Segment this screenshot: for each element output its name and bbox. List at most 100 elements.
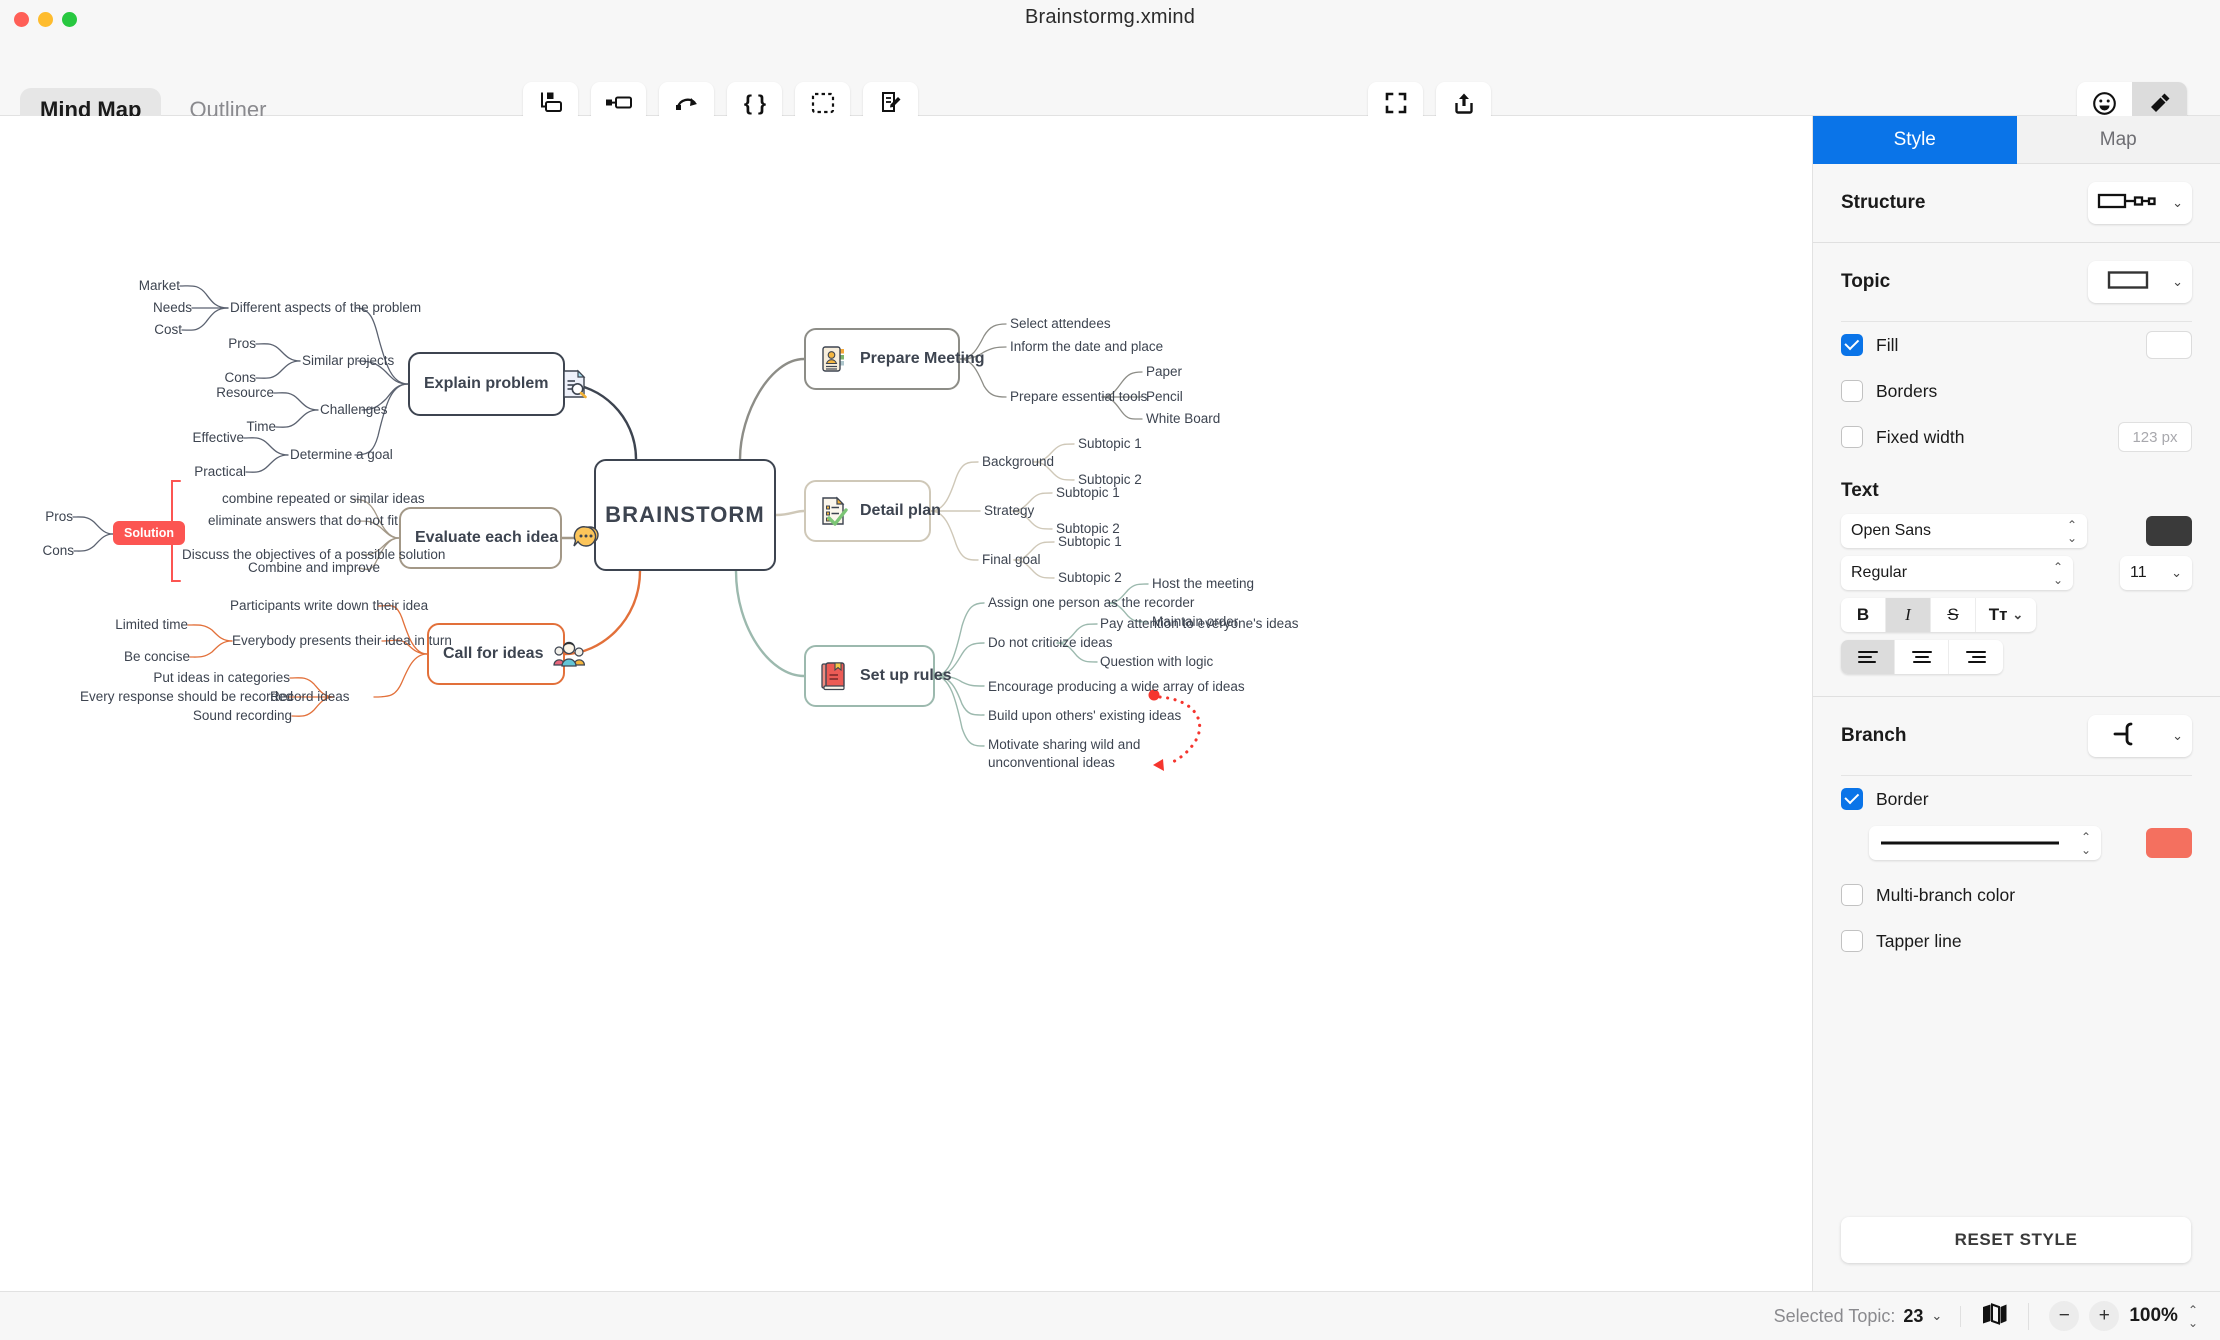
subtopic-label[interactable]: eliminate answers that do not fit	[208, 512, 398, 530]
text-style-group[interactable]: B I S Tᴛ ⌄	[1841, 598, 2036, 632]
font-weight-select[interactable]: Regular ⌃ ⌄	[1841, 556, 2073, 590]
mind-map-canvas[interactable]: BRAINSTORM Explain problem Evaluate each…	[0, 116, 1813, 1291]
branch-line-select[interactable]: ⌃ ⌄	[1869, 826, 2101, 860]
subtopic-label[interactable]: combine repeated or similar ideas	[222, 490, 425, 508]
subtopic-label[interactable]: Every response should be recorded	[80, 688, 293, 706]
font-family-row: Open Sans ⌃ ⌄	[1813, 510, 2220, 552]
subtopic-label[interactable]: Subtopic 1	[1078, 435, 1142, 453]
subtopic-label[interactable]: Select attendees	[1010, 315, 1111, 333]
contact-card-icon	[818, 343, 850, 375]
reset-style-button[interactable]: RESET STYLE	[1841, 1217, 2191, 1263]
borders-checkbox[interactable]	[1841, 380, 1863, 402]
subtopic-label[interactable]: Challenges	[320, 401, 388, 419]
zoom-stepper-icon[interactable]: ⌃ ⌄	[2188, 1304, 2198, 1329]
topic-set-up-rules[interactable]: Set up rules	[804, 645, 952, 707]
chevron-down-icon[interactable]: ⌄	[1931, 1308, 1942, 1324]
branch-color-swatch[interactable]	[2146, 828, 2192, 858]
map-overview-button[interactable]	[1961, 1302, 2030, 1330]
subtopic-label[interactable]: Motivate sharing wild and unconventional…	[988, 736, 1146, 772]
subtopic-label[interactable]: Resource	[186, 384, 274, 402]
subtopic-label[interactable]: Be concise	[100, 648, 190, 666]
text-align-group[interactable]	[1841, 640, 2003, 674]
tapper-line-checkbox[interactable]	[1841, 930, 1863, 952]
font-family-select[interactable]: Open Sans ⌃ ⌄	[1841, 514, 2087, 548]
tab-style[interactable]: Style	[1813, 116, 2017, 164]
subtopic-label[interactable]: Do not criticize ideas	[988, 634, 1113, 652]
fill-checkbox[interactable]	[1841, 334, 1863, 356]
subtopic-label[interactable]: Encourage producing a wide array of idea…	[988, 678, 1245, 696]
strikethrough-button[interactable]: S	[1931, 598, 1976, 632]
topic-shape-dropdown[interactable]: ⌄	[2088, 261, 2192, 303]
branch-border-row[interactable]: Border	[1813, 776, 2220, 822]
subtopic-label[interactable]: Similar projects	[302, 352, 394, 370]
topic-prepare-meeting[interactable]: Prepare Meeting	[804, 328, 984, 390]
subtopic-label[interactable]: Different aspects of the problem	[230, 299, 421, 317]
topic-explain-problem[interactable]: Explain problem	[408, 352, 588, 416]
subtopic-label[interactable]: Sound recording	[150, 707, 292, 725]
topic-detail-plan[interactable]: Detail plan	[804, 480, 941, 542]
summary-solution[interactable]: Solution	[113, 521, 185, 545]
subtopic-label[interactable]: Question with logic	[1100, 653, 1213, 671]
subtopic-label[interactable]: Everybody presents their idea in turn	[232, 632, 452, 650]
subtopic-label[interactable]: Cost	[100, 321, 182, 339]
subtopic-label[interactable]: Inform the date and place	[1010, 338, 1163, 356]
structure-row: Structure ⌄	[1813, 164, 2220, 242]
subtopic-label[interactable]: Pay attention to everyone's ideas	[1100, 615, 1298, 633]
italic-button[interactable]: I	[1886, 598, 1931, 632]
selected-topic-status[interactable]: Selected Topic: 23 ⌄	[1774, 1305, 1962, 1327]
subtopic-label[interactable]: Effective	[156, 429, 244, 447]
tapper-line-row[interactable]: Tapper line	[1813, 918, 2220, 964]
subtopic-label[interactable]: Practical	[156, 463, 246, 481]
subtopic-label[interactable]: Build upon others' existing ideas	[988, 707, 1181, 725]
font-size-select[interactable]: 11 ⌄	[2120, 556, 2192, 590]
multi-branch-color-row[interactable]: Multi-branch color	[1813, 872, 2220, 918]
subtopic-label[interactable]: Determine a goal	[290, 446, 393, 464]
subtopic-label[interactable]: Limited time	[100, 616, 188, 634]
fill-color-swatch[interactable]	[2146, 331, 2192, 359]
fixed-width-input[interactable]: 123 px	[2118, 422, 2192, 452]
subtopic-label[interactable]: Combine and improve	[248, 559, 380, 577]
align-right-button[interactable]	[1949, 640, 2003, 674]
tab-map[interactable]: Map	[2016, 116, 2220, 164]
subtopic-label[interactable]: Participants write down their idea	[230, 597, 428, 615]
align-left-button[interactable]	[1841, 640, 1895, 674]
fixed-width-row[interactable]: Fixed width 123 px	[1813, 414, 2220, 460]
text-case-button[interactable]: Tᴛ ⌄	[1976, 598, 2036, 632]
branch-border-checkbox[interactable]	[1841, 788, 1863, 810]
align-center-button[interactable]	[1895, 640, 1949, 674]
fixed-width-checkbox[interactable]	[1841, 426, 1863, 448]
zoom-in-button[interactable]: +	[2089, 1301, 2120, 1331]
subtopic-label[interactable]: Market	[100, 277, 180, 295]
subtopic-label[interactable]: Subtopic 2	[1058, 569, 1122, 587]
zoom-controls[interactable]: − + 100% ⌃ ⌄	[2029, 1301, 2198, 1331]
subtopic-label[interactable]: Cons	[20, 542, 74, 560]
multi-branch-color-checkbox[interactable]	[1841, 884, 1863, 906]
subtopic-label[interactable]: Pencil	[1146, 388, 1183, 406]
central-topic[interactable]: BRAINSTORM	[594, 459, 776, 571]
bold-button[interactable]: B	[1841, 598, 1886, 632]
subtopic-label[interactable]: Pros	[20, 508, 73, 526]
font-size-value: 11	[2130, 564, 2147, 581]
subtopic-label[interactable]: Subtopic 1	[1056, 484, 1120, 502]
format-panel: Style Map Structure ⌄ Topic ⌄ Fill Borde…	[1813, 116, 2220, 1291]
subtopic-label[interactable]: Needs	[100, 299, 192, 317]
zoom-out-button[interactable]: −	[2049, 1301, 2080, 1331]
subtopic-label[interactable]: Final goal	[982, 551, 1041, 569]
structure-dropdown[interactable]: ⌄	[2088, 182, 2192, 224]
borders-row[interactable]: Borders	[1813, 368, 2220, 414]
subtopic-label[interactable]: Background	[982, 453, 1054, 471]
subtopic-label[interactable]: Host the meeting	[1152, 575, 1254, 593]
panel-tabs[interactable]: Style Map	[1813, 116, 2220, 164]
topic-label: Explain problem	[424, 375, 549, 392]
text-color-swatch[interactable]	[2146, 516, 2192, 546]
branch-shape-dropdown[interactable]: ⌄	[2088, 715, 2192, 757]
subtopic-label[interactable]: Subtopic 1	[1058, 533, 1122, 551]
subtopic-label[interactable]: White Board	[1146, 410, 1220, 428]
fill-row[interactable]: Fill	[1813, 322, 2220, 368]
subtopic-label[interactable]: Assign one person as the recorder	[988, 594, 1194, 612]
subtopic-label[interactable]: Put ideas in categories	[140, 669, 290, 687]
subtopic-label[interactable]: Strategy	[984, 502, 1034, 520]
subtopic-label[interactable]: Prepare essential tools	[1010, 388, 1147, 406]
subtopic-label[interactable]: Pros	[180, 335, 256, 353]
subtopic-label[interactable]: Paper	[1146, 363, 1182, 381]
